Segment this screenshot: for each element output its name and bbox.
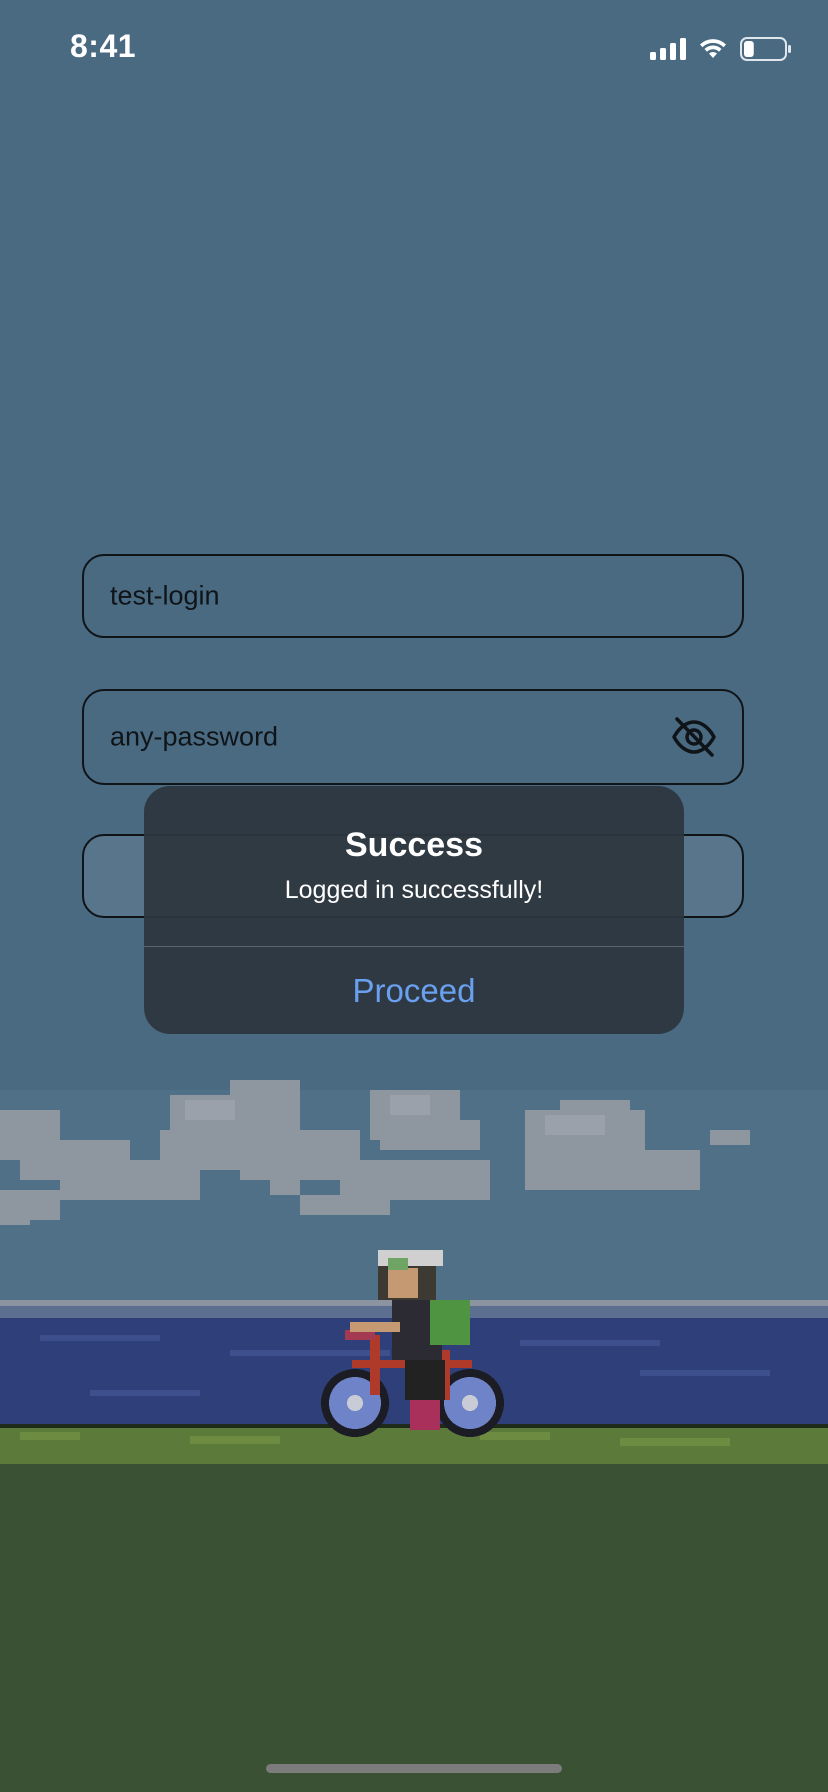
proceed-button[interactable]: Proceed — [144, 947, 684, 1034]
alert-title: Success — [345, 826, 483, 864]
success-alert: Success Logged in successfully! Proceed — [144, 786, 684, 1034]
login-screen: 8:41 test-login any-password Success Log… — [0, 0, 828, 1792]
home-indicator[interactable] — [266, 1764, 562, 1773]
alert-message: Logged in successfully! — [284, 876, 544, 904]
